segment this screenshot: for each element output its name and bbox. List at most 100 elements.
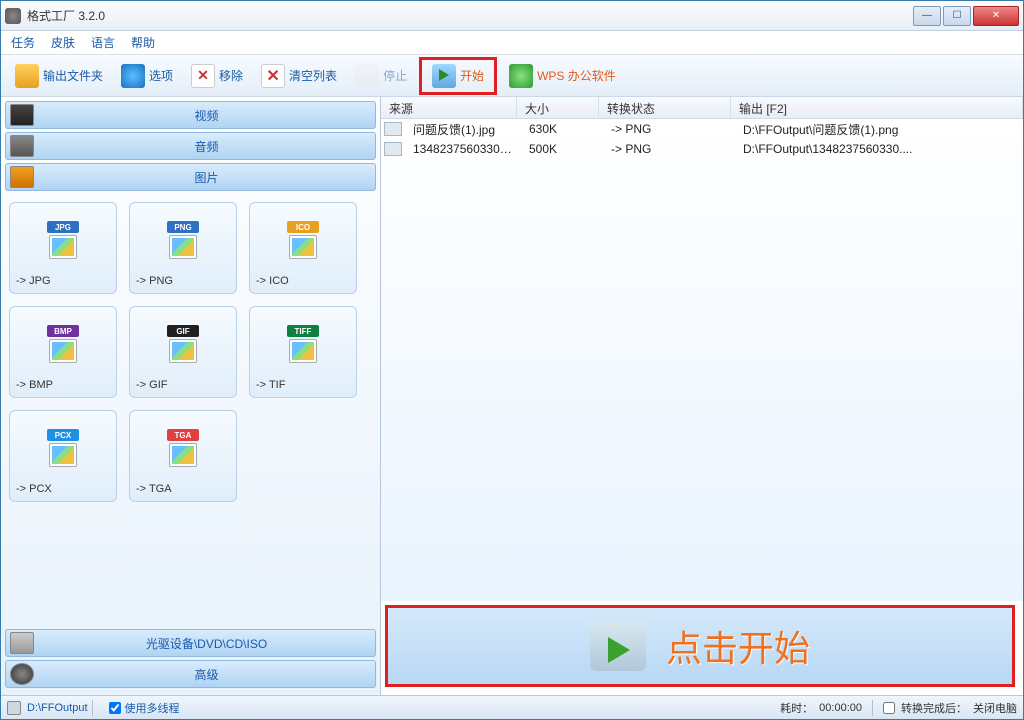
disc-icon: [10, 632, 34, 654]
body-area: 视频 音频 图片 JPG -> JPG PNG -> PNG ICO -> ICO BMP -…: [1, 97, 1023, 695]
col-source[interactable]: 来源: [381, 97, 517, 118]
titlebar[interactable]: 格式工厂 3.2.0 — ☐ ✕: [1, 1, 1023, 31]
statusbar: D:\FFOutput 使用多线程 耗时： 00:00:00 转换完成后： 关闭…: [1, 695, 1023, 719]
category-picture[interactable]: 图片: [5, 163, 376, 191]
options-icon: [121, 64, 145, 88]
format-tile-pcx[interactable]: PCX -> PCX: [9, 410, 117, 502]
format-badge: PNG: [167, 221, 199, 233]
category-video[interactable]: 视频: [5, 101, 376, 129]
cell-source: 1348237560330.jpg: [405, 142, 521, 156]
format-badge: GIF: [167, 325, 199, 337]
remove-button[interactable]: 移除: [185, 62, 249, 90]
multithread-checkbox[interactable]: [109, 702, 121, 714]
format-tile-gif[interactable]: GIF -> GIF: [129, 306, 237, 398]
format-thumb-icon: [49, 235, 77, 259]
category-audio[interactable]: 音频: [5, 132, 376, 160]
audio-icon: [10, 135, 34, 157]
wps-icon: [509, 64, 533, 88]
menu-skin[interactable]: 皮肤: [51, 34, 75, 51]
format-label: -> ICO: [256, 275, 350, 287]
table-row[interactable]: 问题反馈(1).jpg630K-> PNGD:\FFOutput\问题反馈(1)…: [381, 119, 1023, 139]
format-badge: PCX: [47, 429, 79, 441]
format-thumb-icon: [169, 339, 197, 363]
format-badge: ICO: [287, 221, 319, 233]
elapsed-label: 耗时：: [780, 700, 813, 716]
folder-icon: [15, 64, 39, 88]
format-tile-tiff[interactable]: TIFF -> TIF: [249, 306, 357, 398]
format-label: -> TGA: [136, 483, 230, 495]
col-size[interactable]: 大小: [517, 97, 599, 118]
col-output[interactable]: 输出 [F2]: [731, 97, 1023, 118]
format-grid: JPG -> JPG PNG -> PNG ICO -> ICO BMP -> BMP GIF -…: [5, 194, 376, 629]
disk-icon: [7, 701, 21, 715]
cell-output: D:\FFOutput\问题反馈(1).png: [735, 121, 1023, 138]
app-icon: [5, 8, 21, 24]
file-icon: [384, 142, 402, 156]
advanced-icon: [10, 663, 34, 685]
video-icon: [10, 104, 34, 126]
menu-language[interactable]: 语言: [91, 34, 115, 51]
after-convert-checkbox[interactable]: [883, 702, 895, 714]
format-thumb-icon: [169, 235, 197, 259]
format-tile-tga[interactable]: TGA -> TGA: [129, 410, 237, 502]
menu-help[interactable]: 帮助: [131, 34, 155, 51]
menu-task[interactable]: 任务: [11, 34, 35, 51]
play-icon: [590, 621, 646, 671]
close-button[interactable]: ✕: [973, 6, 1019, 26]
options-button[interactable]: 选项: [115, 62, 179, 90]
format-label: -> PNG: [136, 275, 230, 287]
after-convert-value: 关闭电脑: [973, 700, 1017, 716]
format-label: -> TIF: [256, 379, 350, 391]
window-title: 格式工厂 3.2.0: [27, 7, 913, 24]
file-icon: [384, 122, 402, 136]
stop-button[interactable]: 停止: [349, 62, 413, 90]
cell-size: 630K: [521, 122, 603, 136]
format-badge: JPG: [47, 221, 79, 233]
cell-status: -> PNG: [603, 142, 735, 156]
app-window: 格式工厂 3.2.0 — ☐ ✕ 任务 皮肤 语言 帮助 输出文件夹 选项 移除…: [0, 0, 1024, 720]
format-tile-png[interactable]: PNG -> PNG: [129, 202, 237, 294]
list-header: 来源 大小 转换状态 输出 [F2]: [381, 97, 1023, 119]
format-badge: TGA: [167, 429, 199, 441]
click-to-start-banner[interactable]: 点击开始: [385, 605, 1015, 687]
clear-list-button[interactable]: 清空列表: [255, 62, 343, 90]
elapsed-value: 00:00:00: [819, 702, 862, 714]
format-tile-ico[interactable]: ICO -> ICO: [249, 202, 357, 294]
format-thumb-icon: [289, 235, 317, 259]
format-label: -> PCX: [16, 483, 110, 495]
category-disc[interactable]: 光驱设备\DVD\CD\ISO: [5, 629, 376, 657]
main-panel: 来源 大小 转换状态 输出 [F2] 问题反馈(1).jpg630K-> PNG…: [381, 97, 1023, 695]
clear-icon: [261, 64, 285, 88]
category-advanced[interactable]: 高级: [5, 660, 376, 688]
start-button[interactable]: 开始: [419, 57, 497, 95]
format-label: -> BMP: [16, 379, 110, 391]
cell-output: D:\FFOutput\1348237560330....: [735, 142, 1023, 156]
format-tile-bmp[interactable]: BMP -> BMP: [9, 306, 117, 398]
format-thumb-icon: [49, 443, 77, 467]
format-thumb-icon: [169, 443, 197, 467]
file-list[interactable]: 问题反馈(1).jpg630K-> PNGD:\FFOutput\问题反馈(1)…: [381, 119, 1023, 601]
format-thumb-icon: [289, 339, 317, 363]
cell-size: 500K: [521, 142, 603, 156]
cell-status: -> PNG: [603, 122, 735, 136]
picture-icon: [10, 166, 34, 188]
wps-button[interactable]: WPS 办公软件: [503, 62, 622, 90]
window-controls: — ☐ ✕: [913, 6, 1019, 26]
format-label: -> JPG: [16, 275, 110, 287]
table-row[interactable]: 1348237560330.jpg500K-> PNGD:\FFOutput\1…: [381, 139, 1023, 159]
format-tile-jpg[interactable]: JPG -> JPG: [9, 202, 117, 294]
minimize-button[interactable]: —: [913, 6, 941, 26]
format-badge: BMP: [47, 325, 79, 337]
multithread-toggle[interactable]: 使用多线程: [109, 700, 180, 716]
format-label: -> GIF: [136, 379, 230, 391]
format-badge: TIFF: [287, 325, 319, 337]
output-path-indicator[interactable]: D:\FFOutput: [7, 701, 88, 715]
start-icon: [432, 64, 456, 88]
output-path: D:\FFOutput: [27, 702, 88, 714]
multithread-label: 使用多线程: [125, 700, 180, 716]
output-folder-button[interactable]: 输出文件夹: [9, 62, 109, 90]
col-status[interactable]: 转换状态: [599, 97, 731, 118]
maximize-button[interactable]: ☐: [943, 6, 971, 26]
remove-icon: [191, 64, 215, 88]
cell-source: 问题反馈(1).jpg: [405, 121, 521, 138]
